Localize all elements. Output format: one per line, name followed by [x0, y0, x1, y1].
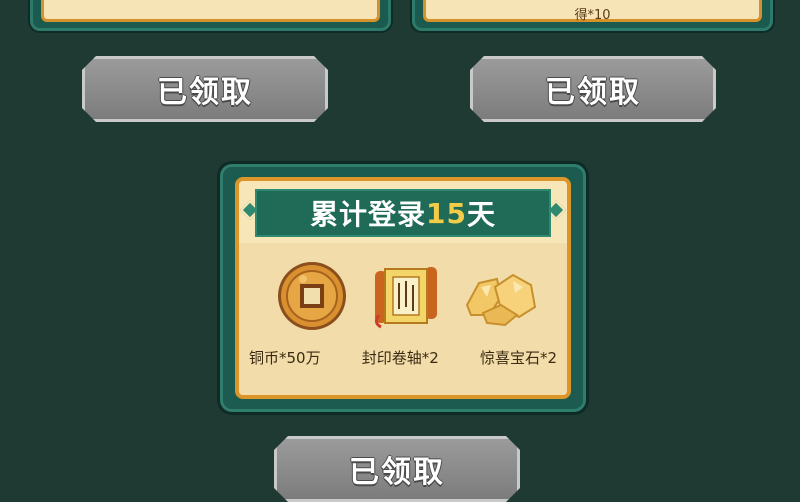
claimed-button[interactable]: 已领取 — [274, 436, 520, 502]
title-prefix: 累计登录 — [310, 198, 427, 231]
reward-item-labels: 铜币*50万 封印卷轴*2 惊喜宝石*2 — [239, 347, 567, 371]
reward-item-label-partial: 得*10 — [574, 8, 611, 23]
reward-card-panel: 累计登录 15 天 铜币*50万 封印卷轴*2 惊喜宝石*2 — [235, 177, 571, 399]
reward-items — [239, 257, 567, 337]
reward-card-title: 累计登录 15 天 — [255, 189, 551, 237]
reward-item-label: 封印卷轴*2 — [361, 349, 439, 367]
claimed-button[interactable]: 已领取 — [82, 56, 328, 122]
reward-item-label: 惊喜宝石*2 — [479, 349, 557, 367]
surprise-gem-icon[interactable] — [461, 257, 539, 335]
reward-card-top-left — [30, 0, 391, 31]
seal-scroll-icon[interactable] — [367, 257, 445, 335]
login-reward-card-15-days: 累计登录 15 天 铜币*50万 封印卷轴*2 惊喜宝石*2 — [220, 164, 586, 412]
reward-card-panel: 得*10 — [423, 0, 762, 23]
reward-item-label: 铜币*50万 — [249, 349, 321, 367]
reward-card-panel — [41, 0, 380, 22]
claimed-button[interactable]: 已领取 — [470, 56, 716, 122]
copper-coin-icon[interactable] — [273, 257, 351, 335]
title-suffix: 天 — [466, 198, 496, 231]
reward-card-top-right: 得*10 — [412, 0, 773, 31]
title-days: 15 — [426, 196, 467, 230]
